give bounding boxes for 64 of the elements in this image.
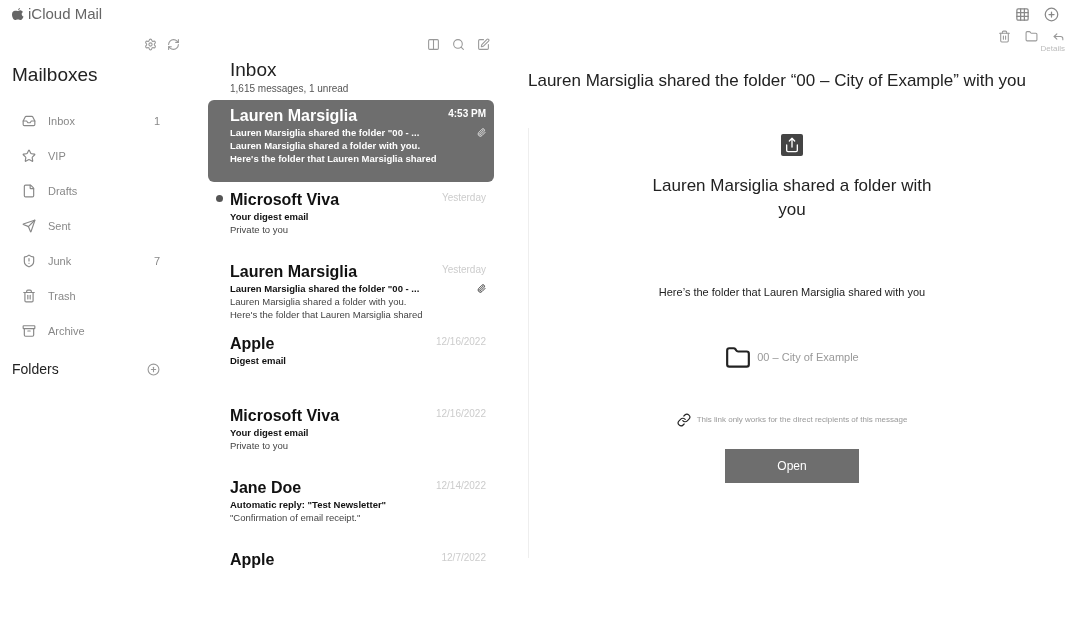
message-time: 4:53 PM xyxy=(448,107,486,121)
message-preview: Private to you xyxy=(230,439,290,452)
message-preview: Here's the folder that Lauren Marsiglia shared xyxy=(230,152,438,165)
search-icon[interactable] xyxy=(452,38,465,51)
mailbox-count: 1 xyxy=(153,113,160,129)
mailbox-item[interactable]: Junk 7 xyxy=(12,243,188,279)
folder-icon[interactable] xyxy=(1025,30,1038,43)
mailbox-item[interactable]: Inbox 1 xyxy=(12,103,188,139)
link-note: This link only works for the direct recipients of this message xyxy=(696,413,908,426)
compose-icon[interactable] xyxy=(477,38,490,51)
folders-heading: Folders xyxy=(12,359,59,379)
message-sender: Microsoft Viva xyxy=(230,406,340,426)
settings-icon[interactable] xyxy=(144,38,157,51)
message-sender: Lauren Marsiglia xyxy=(230,106,358,126)
message-sender: Lauren Marsiglia xyxy=(230,262,358,282)
open-button[interactable]: Open xyxy=(725,448,859,483)
message-subject: Lauren Marsiglia shared the folder "00 - ... xyxy=(230,282,420,295)
message-preview: Private to you xyxy=(230,223,290,236)
inbox-icon xyxy=(22,114,36,128)
send-icon xyxy=(22,219,36,233)
card-heading: Lauren Marsiglia shared a folder with you xyxy=(651,175,933,221)
mailbox-item[interactable]: Archive xyxy=(12,313,188,349)
trash-icon xyxy=(22,289,36,303)
message-preview: Here's the folder that Lauren Marsiglia shared xyxy=(230,308,424,321)
message-preview: Lauren Marsiglia shared a folder with you. xyxy=(230,295,408,308)
add-folder-icon[interactable] xyxy=(147,362,160,376)
message-sender: Apple xyxy=(230,334,275,354)
mailbox-item[interactable]: VIP xyxy=(12,138,188,174)
folder-icon xyxy=(725,344,752,371)
message-subject: Lauren Marsiglia shared the folder "00 - ... xyxy=(230,126,420,139)
message-sender: Jane Doe xyxy=(230,478,302,498)
app-title: iCloud Mail xyxy=(28,3,103,24)
mailbox-item[interactable]: Drafts xyxy=(12,173,188,209)
list-summary: 1,615 messages, 1 unread xyxy=(229,82,350,96)
sidebar-heading: Mailboxes xyxy=(12,63,99,87)
mailbox-item[interactable]: Trash xyxy=(12,278,188,314)
message-sender: Microsoft Viva xyxy=(230,190,340,210)
message-sender: Apple xyxy=(230,550,275,570)
message-subject: Your digest email xyxy=(230,210,309,223)
shield-icon xyxy=(22,254,36,268)
message-preview: Lauren Marsiglia shared a folder with you. xyxy=(230,139,422,152)
apple-logo-icon xyxy=(12,7,24,21)
message-row[interactable]: Lauren Marsiglia 4:53 PM Lauren Marsiglia shared the folder "00 - ... Lauren Marsiglia shared a folder with you. Here's the folder that Lauren Marsiglia shared xyxy=(208,100,494,182)
mailbox-count: 7 xyxy=(153,253,160,269)
document-icon xyxy=(22,184,36,198)
folder-name: 00 – City of Example xyxy=(757,350,859,366)
trash-icon[interactable] xyxy=(998,30,1011,43)
star-icon xyxy=(22,149,36,163)
refresh-icon[interactable] xyxy=(167,38,180,51)
reply-icon[interactable] xyxy=(1052,30,1065,43)
list-title: Inbox xyxy=(229,59,278,81)
card-text: Here’s the folder that Lauren Marsiglia shared with you xyxy=(658,285,926,300)
message-subject: Automatic reply: "Test Newsletter" xyxy=(230,498,387,511)
message-subject: Your digest email xyxy=(230,426,309,439)
layout-icon[interactable] xyxy=(427,38,440,51)
archive-icon xyxy=(22,324,36,338)
link-icon xyxy=(676,412,691,427)
email-subject: Lauren Marsiglia shared the folder “00 – City of Example” with you xyxy=(528,70,1027,92)
message-preview: "Confirmation of email receipt." xyxy=(230,511,362,524)
mailbox-item[interactable]: Sent xyxy=(12,208,188,244)
add-icon[interactable] xyxy=(1044,6,1059,22)
message-subject: Digest email xyxy=(230,354,286,367)
app-grid-icon[interactable] xyxy=(1015,6,1030,22)
share-icon xyxy=(781,134,803,156)
